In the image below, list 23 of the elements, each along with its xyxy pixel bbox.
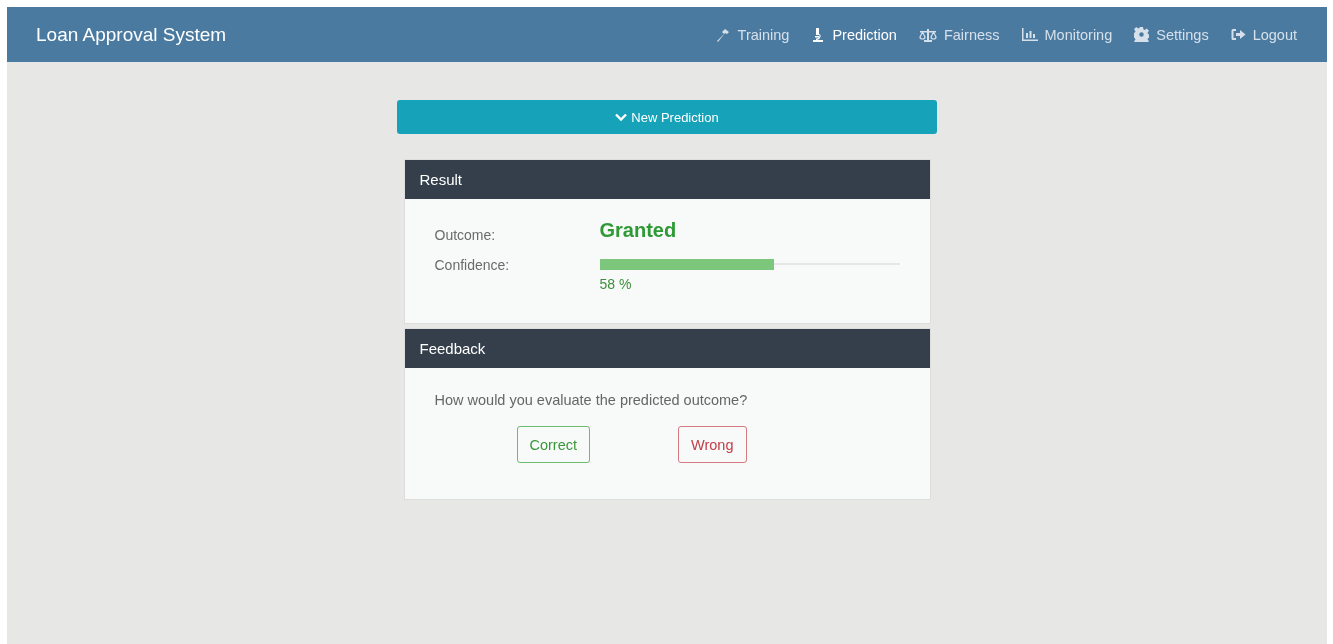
microscope-icon <box>811 27 826 42</box>
nav-link[interactable]: Monitoring <box>1021 26 1113 43</box>
feedback-question: How would you evaluate the predicted outcome? <box>434 392 749 408</box>
nav-link[interactable]: Training <box>714 26 790 43</box>
nav-link[interactable]: Settings <box>1134 26 1209 43</box>
feedback-button[interactable]: Wrong <box>678 426 747 463</box>
gear-icon <box>1134 27 1150 42</box>
nav-link[interactable]: Fairness <box>918 26 1000 43</box>
new-prediction-button[interactable]: New Prediction <box>397 100 937 134</box>
nav-link[interactable]: Logout <box>1230 26 1297 43</box>
confidence-label: Confidence: <box>434 257 511 275</box>
chevron-icon <box>615 112 628 122</box>
nav-link[interactable]: Prediction <box>811 26 897 43</box>
balance-scale-icon <box>918 27 937 42</box>
confidence-value: 58 % <box>599 276 633 292</box>
bar-chart-icon <box>1021 28 1038 41</box>
outcome-label: Outcome: <box>434 226 497 243</box>
card-title: Feedback <box>419 340 486 357</box>
app-title: Loan Approval System <box>36 23 227 46</box>
feedback-button[interactable]: Correct <box>516 426 591 463</box>
outcome-value: Granted <box>599 219 677 243</box>
logout-icon <box>1230 28 1246 41</box>
card-title: Result <box>419 171 463 188</box>
